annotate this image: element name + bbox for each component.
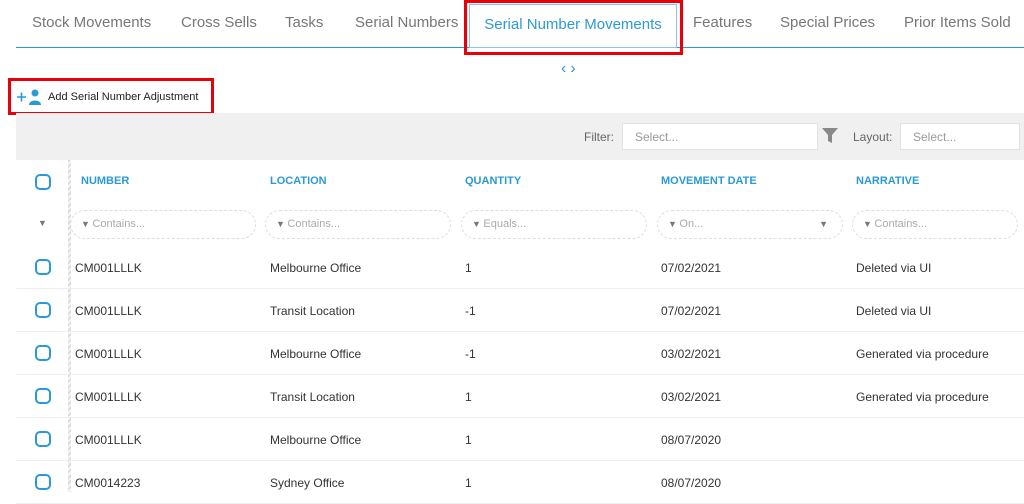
cell-location: Melbourne Office xyxy=(270,261,362,275)
cell-quantity: 1 xyxy=(465,476,472,490)
quantity-filter-input[interactable]: ▼ Equals... xyxy=(461,210,647,239)
tab-scroll-arrows: ‹› xyxy=(561,60,580,78)
filter-placeholder: On... xyxy=(679,218,704,230)
tab-stock-movements[interactable]: Stock Movements xyxy=(32,14,151,31)
table-row[interactable]: CM001LLLK Transit Location 1 03/02/2021 Gene… xyxy=(16,375,1024,418)
tab-features[interactable]: Features xyxy=(693,14,752,31)
cell-quantity: 1 xyxy=(465,433,472,447)
select-all-checkbox[interactable] xyxy=(35,174,51,190)
grid-toolbar: Filter: Select... Layout: Select... xyxy=(16,113,1024,160)
column-header-location[interactable]: LOCATION xyxy=(270,175,327,187)
filter-placeholder: Contains... xyxy=(874,218,928,230)
tab-serial-numbers[interactable]: Serial Numbers xyxy=(355,14,458,31)
tab-prior-items-sold[interactable]: Prior Items Sold xyxy=(904,14,1011,31)
add-serial-number-adjustment-button[interactable]: Add Serial Number Adjustment xyxy=(16,88,198,106)
cell-location: Melbourne Office xyxy=(270,347,362,361)
column-header-quantity[interactable]: QUANTITY xyxy=(465,175,521,187)
cell-narrative: Deleted via UI xyxy=(856,304,932,318)
filter-placeholder: Contains... xyxy=(92,218,146,230)
tab-cross-sells[interactable]: Cross Sells xyxy=(181,14,257,31)
add-user-icon xyxy=(17,89,41,105)
cell-narrative: Generated via procedure xyxy=(856,347,989,361)
cell-number: CM001LLLK xyxy=(75,390,142,404)
cell-number: CM001LLLK xyxy=(75,347,142,361)
filter-placeholder: Equals... xyxy=(483,218,527,230)
cell-movement-date: 07/02/2021 xyxy=(661,304,722,318)
column-header-number[interactable]: NUMBER xyxy=(81,175,129,187)
cell-narrative: Generated via procedure xyxy=(856,390,989,404)
dropdown-arrow-icon[interactable]: ▼ xyxy=(819,219,828,229)
filter-placeholder: Contains... xyxy=(287,218,341,230)
column-header-narrative[interactable]: NARRATIVE xyxy=(856,175,919,187)
cell-movement-date: 07/02/2021 xyxy=(661,261,722,275)
cell-quantity: -1 xyxy=(465,304,476,318)
cell-location: Transit Location xyxy=(270,304,355,318)
filter-label: Filter: xyxy=(584,130,614,144)
funnel-icon[interactable] xyxy=(822,128,838,143)
filter-row-icon: ▼ xyxy=(38,218,47,228)
cell-number: CM001LLLK xyxy=(75,433,142,447)
layout-label: Layout: xyxy=(853,130,893,144)
location-filter-input[interactable]: ▼ Contains... xyxy=(265,210,451,239)
table-row[interactable]: CM0014223 Sydney Office 1 08/07/2020 xyxy=(16,461,1024,504)
narrative-filter-input[interactable]: ▼ Contains... xyxy=(852,210,1018,239)
cell-location: Transit Location xyxy=(270,390,355,404)
cell-quantity: 1 xyxy=(465,261,472,275)
number-filter-input[interactable]: ▼ Contains... xyxy=(70,210,256,239)
cell-location: Sydney Office xyxy=(270,476,345,490)
table-row[interactable]: CM001LLLK Melbourne Office 1 07/02/2021 Dele… xyxy=(16,246,1024,289)
cell-movement-date: 08/07/2020 xyxy=(661,476,722,490)
cell-location: Melbourne Office xyxy=(270,433,362,447)
add-button-label: Add Serial Number Adjustment xyxy=(48,91,199,103)
cell-narrative: Deleted via UI xyxy=(856,261,932,275)
tab-tasks[interactable]: Tasks xyxy=(285,14,323,31)
row-checkbox[interactable] xyxy=(35,345,51,361)
cell-number: CM001LLLK xyxy=(75,261,142,275)
table-row[interactable]: CM001LLLK Melbourne Office 1 08/07/2020 xyxy=(16,418,1024,461)
row-checkbox[interactable] xyxy=(35,259,51,275)
cell-movement-date: 03/02/2021 xyxy=(661,390,722,404)
cell-quantity: 1 xyxy=(465,390,472,404)
chevron-left-icon[interactable]: ‹ xyxy=(561,60,570,77)
column-header-movement-date[interactable]: MOVEMENT DATE xyxy=(661,175,757,187)
row-checkbox[interactable] xyxy=(35,302,51,318)
table-row[interactable]: CM001LLLK Melbourne Office -1 03/02/2021 Gen… xyxy=(16,332,1024,375)
cell-movement-date: 03/02/2021 xyxy=(661,347,722,361)
cell-number: CM0014223 xyxy=(75,476,141,490)
filter-select[interactable]: Select... xyxy=(622,123,818,150)
cell-number: CM001LLLK xyxy=(75,304,142,318)
highlight-box xyxy=(464,0,683,55)
movement-date-filter-input[interactable]: ▼ On... ▼ xyxy=(657,210,843,239)
chevron-right-icon[interactable]: › xyxy=(570,60,579,77)
tab-special-prices[interactable]: Special Prices xyxy=(780,14,875,31)
layout-select[interactable]: Select... xyxy=(900,123,1020,150)
row-checkbox[interactable] xyxy=(35,388,51,404)
cell-quantity: -1 xyxy=(465,347,476,361)
cell-movement-date: 08/07/2020 xyxy=(661,433,722,447)
row-checkbox[interactable] xyxy=(35,431,51,447)
row-checkbox[interactable] xyxy=(35,474,51,490)
table-row[interactable]: CM001LLLK Transit Location -1 07/02/2021 Del… xyxy=(16,289,1024,332)
